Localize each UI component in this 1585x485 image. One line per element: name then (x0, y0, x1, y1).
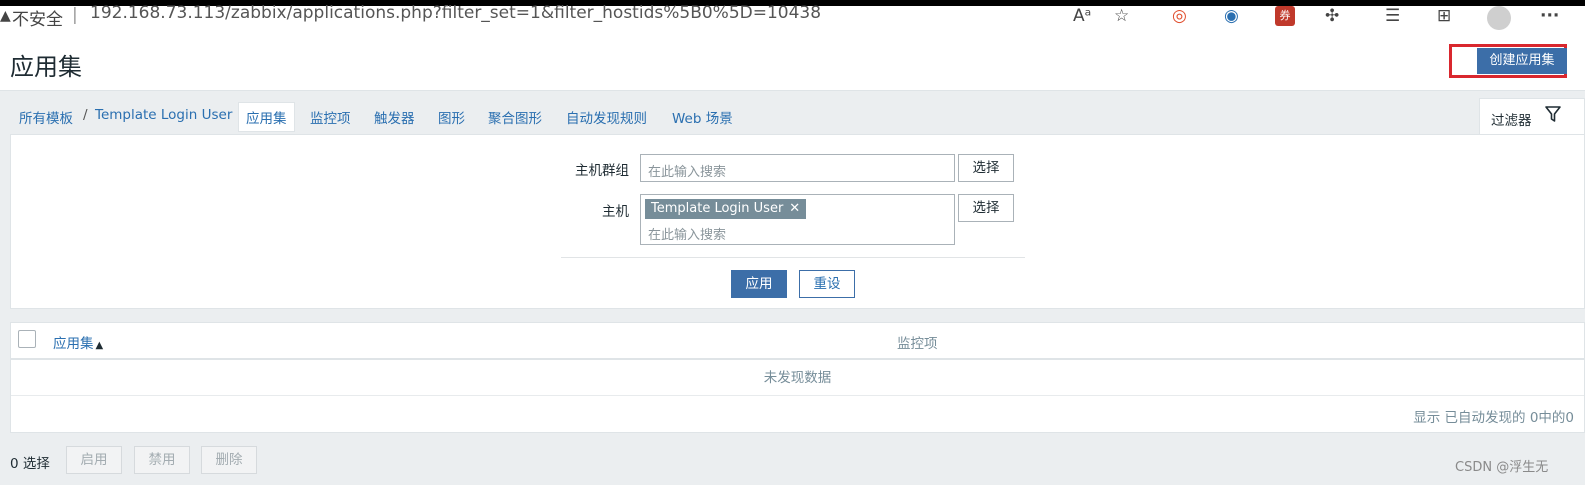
enable-button[interactable]: 启用 (66, 446, 122, 474)
column-application-label: 应用集 (53, 336, 94, 352)
host-group-input[interactable]: 在此输入搜索 (640, 154, 955, 182)
favorites-icon[interactable]: ☰ (1385, 6, 1400, 26)
tab-applications[interactable]: 应用集 (238, 102, 295, 132)
watermark: CSDN @浮生无 (1455, 460, 1549, 475)
tab-graphs[interactable]: 图形 (438, 107, 465, 127)
filter-divider (561, 257, 1025, 258)
filter-panel: 主机群组 在此输入搜索 选择 主机 Template Login User ✕ 在… (10, 134, 1585, 309)
paging-summary: 显示 已自动发现的 0中的0 (1413, 410, 1574, 426)
remove-chip-icon[interactable]: ✕ (789, 201, 800, 216)
sort-ascending-icon: ▲ (95, 340, 104, 351)
tab-items[interactable]: 监控项 (310, 107, 351, 127)
host-select-button[interactable]: 选择 (958, 194, 1014, 222)
breadcrumb-separator: / (83, 107, 88, 123)
filter-tab-label: 过滤器 (1491, 113, 1532, 129)
filter-icon (1545, 106, 1561, 122)
disable-button[interactable]: 禁用 (134, 446, 190, 474)
selected-count: 0 选择 (10, 456, 50, 472)
host-multiselect-input[interactable]: Template Login User ✕ 在此输入搜索 (640, 194, 955, 245)
delete-button[interactable]: 删除 (201, 446, 257, 474)
breadcrumb-all-templates[interactable]: 所有模板 (19, 107, 73, 127)
browser-toolbar: ▲ 不安全 | 192.168.73.113/zabbix/applicatio… (0, 0, 1585, 35)
breadcrumb-template[interactable]: Template Login User (95, 107, 232, 123)
security-status[interactable]: 不安全 (12, 5, 63, 30)
extension-browser-icon[interactable]: ◉ (1224, 6, 1239, 26)
page-header: 应用集 创建应用集 (0, 34, 1585, 91)
extension-icon[interactable]: ◎ (1172, 6, 1187, 26)
tab-triggers[interactable]: 触发器 (374, 107, 415, 127)
more-menu-icon[interactable]: ··· (1540, 6, 1559, 26)
filter-tab[interactable]: 过滤器 (1479, 98, 1585, 135)
column-application[interactable]: 应用集 ▲ (53, 332, 103, 352)
extensions-puzzle-icon[interactable]: ✣ (1325, 6, 1339, 26)
host-chip-label: Template Login User (651, 201, 784, 216)
tab-discovery-rules[interactable]: 自动发现规则 (566, 107, 647, 127)
host-label: 主机 (602, 204, 629, 220)
breadcrumb-nav: 所有模板 / Template Login User 应用集 监控项 触发器 图… (0, 92, 1585, 132)
column-items: 监控项 (897, 336, 938, 352)
coupon-extension-icon[interactable]: 券 (1275, 6, 1295, 26)
tab-web-scenarios[interactable]: Web 场景 (672, 107, 733, 127)
applications-table: 应用集 ▲ 监控项 未发现数据 显示 已自动发现的 0中的0 (10, 322, 1585, 433)
table-header: 应用集 ▲ 监控项 (11, 323, 1584, 360)
tab-screens[interactable]: 聚合图形 (488, 107, 542, 127)
warning-icon[interactable]: ▲ (0, 8, 11, 24)
reset-button[interactable]: 重设 (799, 270, 855, 298)
address-bar[interactable]: 192.168.73.113/zabbix/applications.php?f… (90, 3, 821, 23)
url-separator: | (72, 5, 78, 25)
create-application-button[interactable]: 创建应用集 (1477, 48, 1567, 74)
host-chip: Template Login User ✕ (645, 199, 807, 219)
read-aloud-icon[interactable]: Aᵃ (1073, 6, 1091, 26)
host-group-select-button[interactable]: 选择 (958, 154, 1014, 182)
host-group-placeholder: 在此输入搜索 (648, 165, 727, 180)
host-placeholder: 在此输入搜索 (648, 228, 727, 243)
select-all-checkbox[interactable] (18, 330, 36, 348)
apply-button[interactable]: 应用 (731, 270, 787, 298)
host-group-label: 主机群组 (575, 163, 629, 179)
collections-icon[interactable]: ⊞ (1437, 6, 1451, 26)
page-title: 应用集 (10, 53, 82, 81)
add-favorite-icon[interactable]: ☆ (1114, 6, 1129, 26)
profile-avatar[interactable] (1487, 6, 1511, 30)
no-data-row: 未发现数据 (11, 361, 1584, 396)
